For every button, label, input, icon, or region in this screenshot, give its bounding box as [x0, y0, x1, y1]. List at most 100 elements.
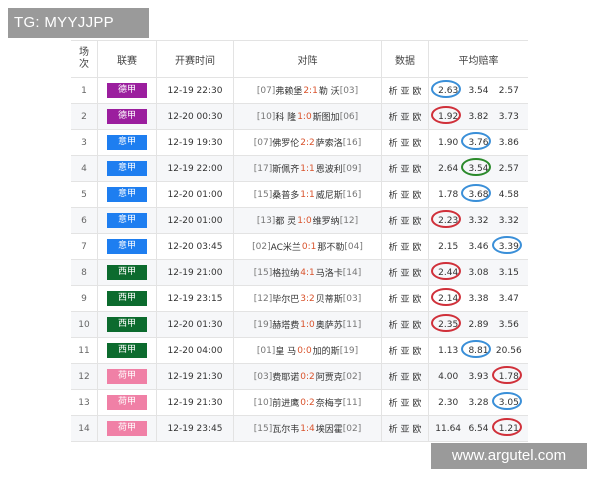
table-row: 5 意甲 12-20 01:00 [15] 桑普多 1:1 威尼斯 [16] 析 亚 欧 1.78…	[71, 182, 528, 208]
row-number: 9	[71, 286, 98, 311]
avg-odds: 2.63 3.54 2.57	[429, 78, 528, 103]
home-team[interactable]: 佛罗伦	[272, 136, 299, 149]
league-badge[interactable]: 西甲	[107, 265, 147, 280]
kickoff-time: 12-19 21:30	[157, 364, 234, 389]
league-badge[interactable]: 意甲	[107, 187, 147, 202]
odds-text: 3.93	[468, 371, 489, 382]
away-team[interactable]: 维罗纳	[313, 214, 340, 227]
away-team[interactable]: 阿贾克	[316, 370, 343, 383]
odds-value: 8.81	[461, 339, 492, 358]
odds-value: 3.28	[465, 398, 491, 408]
data-links[interactable]: 析 亚 欧	[382, 338, 429, 363]
data-links[interactable]: 析 亚 欧	[382, 182, 429, 207]
kickoff-time: 12-19 21:00	[157, 260, 234, 285]
home-team[interactable]: 桑普多	[272, 188, 299, 201]
data-links[interactable]: 析 亚 欧	[382, 416, 429, 441]
odds-text: 2.57	[498, 85, 519, 96]
odds-text: 20.56	[495, 345, 522, 356]
data-links[interactable]: 析 亚 欧	[382, 156, 429, 181]
away-team[interactable]: 加的斯	[313, 344, 340, 357]
match-score: 0:2	[300, 371, 315, 382]
home-team[interactable]: 都 灵	[275, 214, 296, 227]
table-row: 3 意甲 12-19 19:30 [07] 佛罗伦 2:2 萨索洛 [16] 析 亚 欧 1.90…	[71, 130, 528, 156]
data-links[interactable]: 析 亚 欧	[382, 78, 429, 103]
odds-text: 2.64	[438, 163, 459, 174]
odds-text: 2.89	[468, 319, 489, 330]
league-badge[interactable]: 西甲	[107, 317, 147, 332]
match-score: 0:1	[301, 241, 317, 252]
odds-text: 3.82	[468, 111, 489, 122]
home-team[interactable]: 皇 马	[275, 344, 296, 357]
data-links[interactable]: 析 亚 欧	[382, 390, 429, 415]
away-team[interactable]: 威尼斯	[316, 188, 343, 201]
home-rank: [10]	[256, 111, 276, 122]
away-team[interactable]: 恩波利	[316, 162, 343, 175]
league-badge[interactable]: 西甲	[107, 343, 147, 358]
match-cell: [15] 瓦尔韦 1:4 埃因霍 [02]	[234, 416, 382, 441]
header-time: 开赛时间	[157, 41, 234, 77]
home-team[interactable]: 瓦尔韦	[272, 422, 299, 435]
data-links[interactable]: 析 亚 欧	[382, 364, 429, 389]
avg-odds: 2.44 3.08 3.15	[429, 260, 528, 285]
away-team[interactable]: 奈梅亨	[316, 396, 343, 409]
data-links[interactable]: 析 亚 欧	[382, 286, 429, 311]
odds-text: 3.15	[498, 267, 519, 278]
league-badge[interactable]: 意甲	[107, 161, 147, 176]
data-links[interactable]: 析 亚 欧	[382, 130, 429, 155]
home-team[interactable]: 赫塔费	[272, 318, 299, 331]
avg-odds: 4.00 3.93 1.78	[429, 364, 528, 389]
away-rank: [03]	[339, 85, 359, 96]
league-badge[interactable]: 意甲	[107, 135, 147, 150]
away-team[interactable]: 斯图加	[313, 110, 340, 123]
kickoff-time: 12-19 21:30	[157, 390, 234, 415]
kickoff-time: 12-20 04:00	[157, 338, 234, 363]
data-links[interactable]: 析 亚 欧	[382, 104, 429, 129]
league-badge[interactable]: 意甲	[107, 213, 147, 228]
home-team[interactable]: 科 隆	[275, 110, 296, 123]
league-badge[interactable]: 西甲	[107, 291, 147, 306]
data-links[interactable]: 析 亚 欧	[382, 234, 429, 259]
home-team[interactable]: 毕尔巴	[272, 292, 299, 305]
league-cell: 意甲	[98, 208, 157, 233]
league-badge[interactable]: 德甲	[107, 83, 147, 98]
away-team[interactable]: 那不勒	[317, 240, 344, 253]
away-rank: [02]	[342, 371, 362, 382]
home-team[interactable]: 斯佩齐	[272, 162, 299, 175]
away-rank: [06]	[339, 111, 359, 122]
header-match: 对阵	[234, 41, 382, 77]
away-team[interactable]: 奥萨苏	[316, 318, 343, 331]
odds-value: 2.63	[431, 79, 462, 98]
kickoff-time: 12-19 23:15	[157, 286, 234, 311]
away-team[interactable]: 埃因霍	[316, 422, 343, 435]
home-team[interactable]: 费耶诺	[272, 370, 299, 383]
home-team[interactable]: 弗赖堡	[275, 84, 302, 97]
league-badge[interactable]: 荷甲	[107, 421, 147, 436]
home-team[interactable]: AC米兰	[271, 240, 301, 253]
league-badge[interactable]: 意甲	[107, 239, 147, 254]
home-team[interactable]: 前进鹰	[272, 396, 299, 409]
data-links[interactable]: 析 亚 欧	[382, 312, 429, 337]
table-row: 4 意甲 12-19 22:00 [17] 斯佩齐 1:1 恩波利 [09] 析 亚 欧 2.64…	[71, 156, 528, 182]
home-rank: [15]	[253, 267, 273, 278]
league-badge[interactable]: 德甲	[107, 109, 147, 124]
odds-text: 3.32	[468, 215, 489, 226]
odds-text: 1.78	[438, 189, 459, 200]
league-badge[interactable]: 荷甲	[107, 369, 147, 384]
odds-text: 2.30	[438, 397, 459, 408]
away-team[interactable]: 马洛卡	[316, 266, 343, 279]
odds-text: 1.13	[438, 345, 459, 356]
data-links[interactable]: 析 亚 欧	[382, 260, 429, 285]
away-team[interactable]: 萨索洛	[316, 136, 343, 149]
odds-text: 3.08	[468, 267, 489, 278]
home-rank: [19]	[253, 319, 273, 330]
away-team[interactable]: 贝蒂斯	[316, 292, 343, 305]
match-cell: [12] 毕尔巴 3:2 贝蒂斯 [03]	[234, 286, 382, 311]
avg-odds: 1.78 3.68 4.58	[429, 182, 528, 207]
data-links[interactable]: 析 亚 欧	[382, 208, 429, 233]
away-team[interactable]: 勒 沃	[319, 84, 340, 97]
avg-odds: 2.30 3.28 3.05	[429, 390, 528, 415]
home-rank: [02]	[252, 241, 271, 252]
odds-value: 3.86	[496, 138, 522, 148]
home-team[interactable]: 格拉纳	[272, 266, 299, 279]
league-badge[interactable]: 荷甲	[107, 395, 147, 410]
